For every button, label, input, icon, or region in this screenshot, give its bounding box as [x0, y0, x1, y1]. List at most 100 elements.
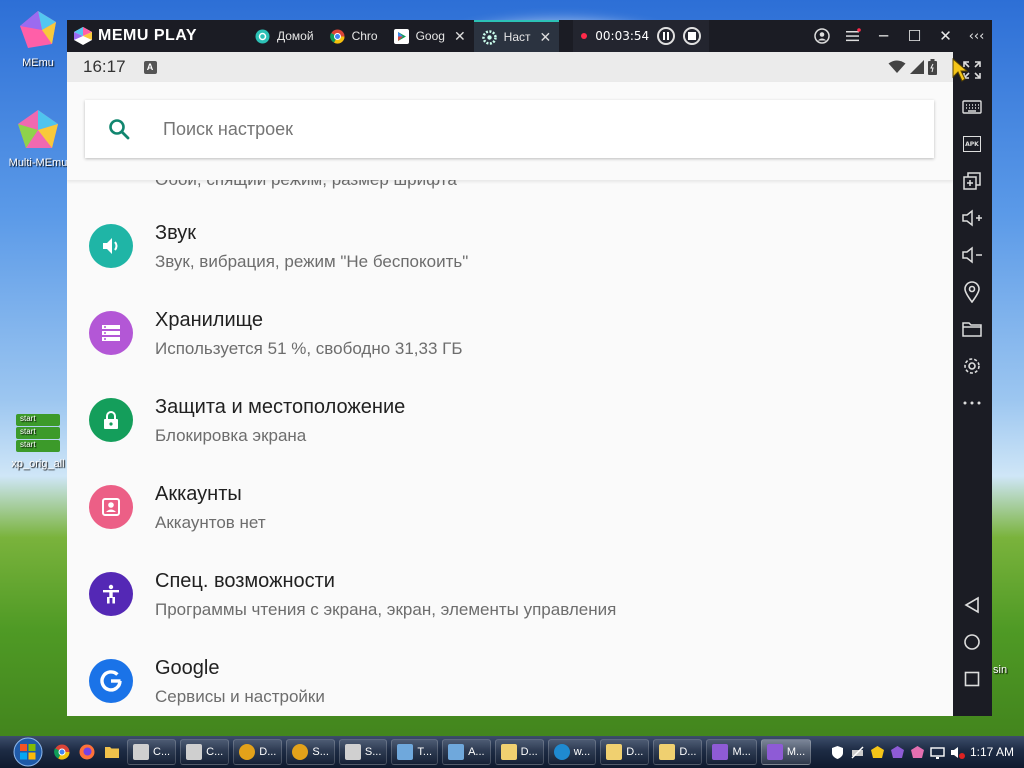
- keyboard-icon[interactable]: [960, 95, 984, 119]
- memu-right-toolbar: APK: [953, 52, 992, 716]
- settings-item-storage[interactable]: Хранилище Используется 51 %, свободно 31…: [67, 299, 953, 386]
- desktop-icon-xp-orig-all[interactable]: start start start xp_orig_all: [6, 414, 70, 470]
- taskbar-button-label: D...: [520, 746, 538, 758]
- settings-tab-icon: [481, 29, 497, 45]
- tab-settings[interactable]: Наст ✕: [473, 20, 560, 52]
- android-screen: 16:17 A Поиск настроек Обои, спящий режи…: [67, 52, 953, 716]
- play-store-icon: [393, 28, 409, 44]
- volume-muted-icon[interactable]: [950, 745, 965, 760]
- multi-memu-tray-icon[interactable]: [890, 745, 905, 760]
- settings-icon[interactable]: [960, 354, 984, 378]
- network-off-icon[interactable]: [850, 745, 865, 760]
- start-button[interactable]: [8, 736, 48, 768]
- taskbar-button[interactable]: T...: [391, 739, 439, 765]
- shield-icon[interactable]: [830, 745, 845, 760]
- settings-item-accounts[interactable]: Аккаунты Аккаунтов нет: [67, 473, 953, 560]
- taskbar-button[interactable]: D...: [600, 739, 650, 765]
- clock[interactable]: 1:17 AM: [970, 745, 1014, 759]
- display-tray-icon[interactable]: [930, 745, 945, 760]
- settings-item-google[interactable]: Google Сервисы и настройки: [67, 647, 953, 716]
- system-tray: 1:17 AM: [830, 745, 1024, 760]
- taskbar-button[interactable]: C...: [180, 739, 230, 765]
- folder-icon[interactable]: [960, 317, 984, 341]
- more-icon[interactable]: [960, 391, 984, 415]
- memu-tray-icon[interactable]: [910, 745, 925, 760]
- chrome-quicklaunch-icon[interactable]: [51, 741, 73, 763]
- tab-label: Goog: [415, 29, 445, 43]
- settings-search-bar[interactable]: Поиск настроек: [85, 100, 934, 158]
- desktop-icon-multi-memu[interactable]: Multi-MEmu: [6, 108, 70, 169]
- taskbar-button[interactable]: D...: [653, 739, 703, 765]
- battery-icon: [928, 59, 937, 75]
- taskbar-button[interactable]: w...: [547, 739, 597, 765]
- window-controls: ─ ☐ ✕ ‹‹‹: [806, 20, 992, 52]
- taskbar-button-label: D...: [626, 746, 644, 758]
- user-icon[interactable]: [806, 20, 837, 52]
- minimize-icon[interactable]: ─: [868, 20, 899, 52]
- chrome-icon: [292, 744, 309, 760]
- settings-item-title: Google: [155, 657, 220, 679]
- windows-logo-icon: [13, 737, 43, 767]
- app-icon: [448, 744, 465, 760]
- close-icon[interactable]: ✕: [930, 20, 961, 52]
- account-icon: [89, 485, 133, 529]
- maximize-icon[interactable]: ☐: [899, 20, 930, 52]
- volume-down-icon[interactable]: [960, 243, 984, 267]
- taskbar-button[interactable]: D...: [233, 739, 283, 765]
- start-buttons-thumbnail: start start start: [16, 414, 60, 452]
- desktop-icon-label: xp_orig_all: [11, 458, 65, 470]
- taskbar-button[interactable]: D...: [494, 739, 544, 765]
- settings-item-title: Звук: [155, 222, 197, 244]
- volume-up-icon[interactable]: [960, 206, 984, 230]
- explorer-quicklaunch-icon[interactable]: [101, 741, 123, 763]
- folder-icon: [500, 744, 517, 760]
- settings-item-subtitle: Звук, вибрация, режим "Не беспокоить": [155, 252, 469, 271]
- memu-logo-text: MEMU PLAY: [98, 27, 198, 44]
- multi-window-icon[interactable]: [960, 169, 984, 193]
- back-icon[interactable]: [960, 593, 984, 617]
- start-thumb-text: start: [16, 427, 60, 439]
- home-tab-icon: [255, 29, 270, 43]
- taskbar-button-label: D...: [679, 746, 697, 758]
- desktop-icon-memu[interactable]: MEmu: [6, 8, 70, 69]
- taskbar-button-label: C...: [153, 746, 171, 758]
- app-icon: [397, 744, 414, 760]
- apk-icon[interactable]: APK: [960, 132, 984, 156]
- accessibility-icon: [89, 572, 133, 616]
- home-icon[interactable]: [960, 630, 984, 654]
- taskbar-button-label: S...: [312, 746, 329, 758]
- notification-badge-icon: A: [143, 60, 157, 74]
- tab-chrome[interactable]: Chro: [322, 20, 386, 52]
- taskbar-button[interactable]: C...: [127, 739, 177, 765]
- recents-icon[interactable]: [960, 667, 984, 691]
- stop-icon[interactable]: [683, 27, 702, 45]
- taskbar-button[interactable]: S...: [286, 739, 335, 765]
- pause-icon[interactable]: [657, 27, 676, 45]
- taskbar-button[interactable]: M...: [760, 739, 812, 765]
- search-placeholder: Поиск настроек: [163, 118, 293, 139]
- firefox-quicklaunch-icon[interactable]: [76, 741, 98, 763]
- status-icons: [888, 59, 937, 75]
- taskbar-button[interactable]: A...: [442, 739, 491, 765]
- tab-home[interactable]: Домой: [247, 20, 322, 52]
- chrome-icon: [329, 29, 345, 44]
- memu-tray-icon[interactable]: [870, 745, 885, 760]
- settings-item-title: Хранилище: [155, 309, 263, 331]
- settings-item-accessibility[interactable]: Спец. возможности Программы чтения с экр…: [67, 560, 953, 647]
- collapse-icon[interactable]: ‹‹‹: [961, 20, 992, 52]
- settings-item-sound[interactable]: Звук Звук, вибрация, режим "Не беспокоит…: [67, 212, 953, 299]
- apk-label: APK: [963, 136, 981, 152]
- settings-item-security[interactable]: Защита и местоположение Блокировка экран…: [67, 386, 953, 473]
- tab-close-icon[interactable]: ✕: [454, 28, 466, 45]
- taskbar-button[interactable]: M...: [706, 739, 757, 765]
- tab-label: Наст: [503, 30, 531, 44]
- menu-icon[interactable]: [837, 20, 868, 52]
- folder-icon: [606, 744, 623, 760]
- location-icon[interactable]: [960, 280, 984, 304]
- taskbar-button[interactable]: S...: [338, 739, 388, 765]
- tab-close-icon[interactable]: ✕: [540, 29, 552, 46]
- volume-icon: [89, 224, 133, 268]
- tab-google-play[interactable]: Goog ✕: [386, 20, 474, 52]
- edge-icon: [553, 744, 570, 760]
- record-dot-icon: [581, 33, 588, 39]
